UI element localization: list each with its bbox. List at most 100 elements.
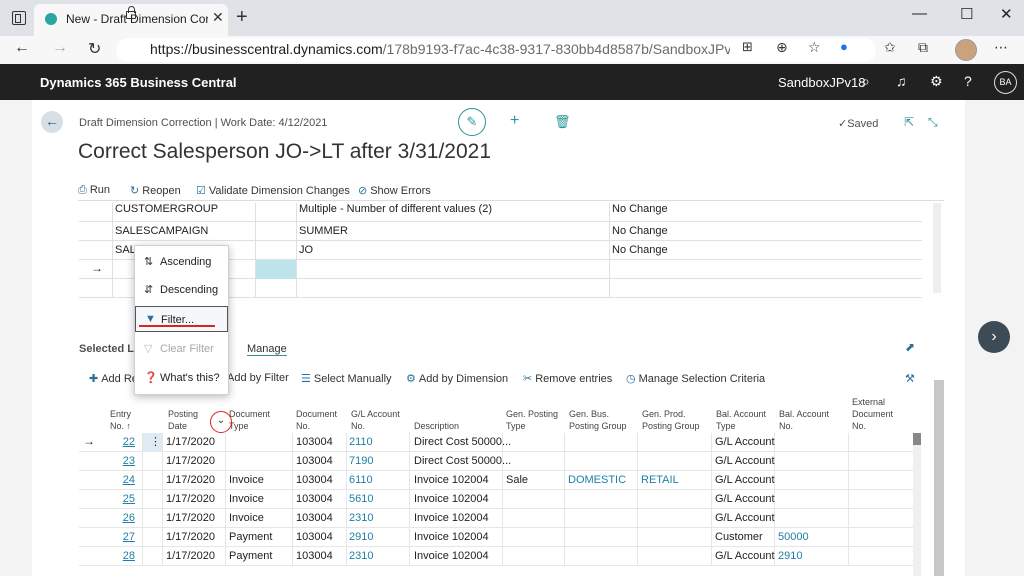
upper-scrollbar[interactable] <box>933 203 941 293</box>
cell-entry[interactable]: 27 <box>111 531 135 543</box>
table-row[interactable]: → ⋮ 22 1/17/2020 103004 2110 Direct Cost 50000… <box>79 433 914 452</box>
maximize-icon[interactable]: ☐ <box>960 5 973 23</box>
column-dropdown-chevron-icon[interactable]: ⌄ <box>210 411 232 433</box>
settings-icon[interactable]: ⚙ <box>930 73 943 90</box>
apps-icon[interactable]: ⊞ <box>742 39 753 55</box>
tab-close-icon[interactable]: ✕ <box>212 9 224 26</box>
cell-gprod[interactable]: RETAIL <box>641 474 679 486</box>
table-row[interactable]: 26 1/17/2020 Invoice 103004 2310 Invoice 1020… <box>79 509 914 528</box>
collapse-icon[interactable]: ⤡ <box>928 115 938 130</box>
table-row[interactable]: 28 1/17/2020 Payment 103004 2310 Invoice 1020… <box>79 547 914 566</box>
open-new-window-icon[interactable]: ⇱ <box>904 115 914 129</box>
run-button[interactable]: ⎙ Run <box>78 184 110 197</box>
table-row[interactable]: 24 1/17/2020 Invoice 103004 6110 Invoice 1020… <box>79 471 914 490</box>
new-icon[interactable]: + <box>510 112 519 130</box>
cell-entry[interactable]: 22 <box>111 436 135 448</box>
manage-selection-button[interactable]: ◷ Manage Selection Criteria <box>626 372 765 385</box>
menu-item-descending[interactable]: ⇵ Descending <box>135 277 230 303</box>
cell-entry[interactable]: 26 <box>111 512 135 524</box>
cell-entry[interactable]: 25 <box>111 493 135 505</box>
search-icon[interactable]: ⌕ <box>862 73 870 90</box>
page-scrollbar[interactable] <box>934 380 944 576</box>
menu-item-filter[interactable]: ▼ Filter... <box>135 306 228 332</box>
personalize-icon[interactable]: ⚒ <box>905 372 918 385</box>
table-row[interactable]: CUSTOMERGROUP Multiple - Number of diffe… <box>79 203 922 222</box>
menu-item-clear-filter[interactable]: ▽ Clear Filter <box>135 336 230 362</box>
reopen-button[interactable]: ↻ Reopen <box>130 184 181 197</box>
zoom-icon[interactable]: ⊕ <box>776 39 788 56</box>
cell-gl[interactable]: 2110 <box>349 436 373 448</box>
col-document-no[interactable]: Document No. <box>296 408 337 432</box>
delete-icon[interactable]: 🗑 <box>554 114 571 130</box>
add-related-button[interactable]: ✚ Add Re <box>89 372 138 385</box>
col-gen-posting-type[interactable]: Gen. Posting Type <box>506 408 558 432</box>
cell-entry[interactable]: 28 <box>111 550 135 562</box>
close-window-icon[interactable]: ✕ <box>1000 5 1013 23</box>
cell-gl[interactable]: 6110 <box>349 474 373 486</box>
more-icon[interactable]: ⋯ <box>994 39 1008 56</box>
table-row[interactable]: SALESCAMPAIGN SUMMER No Change <box>79 222 922 241</box>
cell-gbus[interactable]: DOMESTIC <box>568 474 626 486</box>
forward-icon[interactable]: → <box>52 39 68 57</box>
minimize-icon[interactable]: — <box>912 5 927 22</box>
cell-gl[interactable]: 7190 <box>349 455 373 467</box>
menu-item-ascending[interactable]: ⇅ Ascending <box>135 249 230 275</box>
cell-doc-no: 103004 <box>296 550 333 562</box>
cell-gl[interactable]: 2910 <box>349 531 373 543</box>
profile-avatar[interactable] <box>955 39 977 61</box>
cell-gl[interactable]: 2310 <box>349 512 373 524</box>
refresh-icon[interactable]: ↻ <box>88 39 101 59</box>
manage-link[interactable]: Manage <box>247 343 287 356</box>
cell-gl[interactable]: 2310 <box>349 550 373 562</box>
edit-button[interactable]: ✎ <box>458 108 486 136</box>
select-manually-button[interactable]: ☰ Select Manually <box>301 372 392 385</box>
col-bal-account-no[interactable]: Bal. Account No. <box>779 408 829 432</box>
tab-actions-icon[interactable] <box>12 11 26 25</box>
user-avatar[interactable]: BA <box>994 71 1017 94</box>
remove-entries-button[interactable]: ✂ Remove entries <box>523 372 612 385</box>
col-entry-no[interactable]: Entry No. ↑ <box>109 408 131 432</box>
table-row[interactable]: 25 1/17/2020 Invoice 103004 5610 Invoice 1020… <box>79 490 914 509</box>
cell-gl[interactable]: 5610 <box>349 493 373 505</box>
help-icon[interactable]: ? <box>964 73 972 89</box>
run-label: Run <box>89 184 110 196</box>
table-row[interactable]: 27 1/17/2020 Payment 103004 2910 Invoice 1020… <box>79 528 914 547</box>
notification-icon[interactable]: ♫ <box>896 73 907 89</box>
favorites-bar-icon[interactable]: ✩ <box>884 39 896 56</box>
col-external-document-no[interactable]: External Document No. <box>852 396 893 432</box>
header-line: Bal. Account <box>779 409 830 419</box>
new-tab-icon[interactable]: + <box>236 6 248 29</box>
add-by-dimension-button[interactable]: ⚙ Add by Dimension <box>406 372 508 385</box>
col-gl-account[interactable]: G/L Account No. <box>351 408 400 432</box>
url-domain: https://businesscentral.dynamics.com <box>150 41 383 57</box>
col-posting-date[interactable]: Posting Date <box>168 408 198 432</box>
menu-item-whats-this[interactable]: ❓ What's this? <box>135 365 230 391</box>
validate-button[interactable]: ☑ Validate Dimension Changes <box>196 184 350 197</box>
extension-icon[interactable]: ● <box>840 39 848 54</box>
row-arrow-icon: → <box>91 261 103 275</box>
add-by-filter-button[interactable]: Add by Filter <box>227 372 289 384</box>
col-gen-bus-posting-group[interactable]: Gen. Bus. Posting Group <box>569 408 627 432</box>
cell-entry[interactable]: 23 <box>111 455 135 467</box>
grid-scrollbar-thumb[interactable] <box>913 433 921 445</box>
favorite-icon[interactable]: ☆ <box>808 39 821 56</box>
cell-entry[interactable]: 24 <box>111 474 135 486</box>
breadcrumb: Draft Dimension Correction | Work Date: … <box>79 117 328 129</box>
page-back-button[interactable]: ← <box>41 111 63 133</box>
back-icon[interactable]: ← <box>14 39 30 57</box>
row-actions-button[interactable]: ⋮ <box>143 433 162 452</box>
next-arrow-button[interactable]: › <box>978 321 1010 353</box>
col-document-type[interactable]: Document Type <box>229 408 270 432</box>
col-gen-prod-posting-group[interactable]: Gen. Prod. Posting Group <box>642 408 700 432</box>
col-bal-account-type[interactable]: Bal. Account Type <box>716 408 766 432</box>
tab-title: New - Draft Dimension Correctio <box>66 12 208 26</box>
table-row[interactable]: 23 1/17/2020 103004 7190 Direct Cost 50000..… <box>79 452 914 471</box>
expand-icon[interactable]: ⬈ <box>905 340 915 354</box>
environment-name[interactable]: SandboxJPv18 <box>778 75 865 90</box>
cell-bal-no[interactable]: 50000 <box>778 531 809 543</box>
grid-scrollbar[interactable] <box>913 433 921 576</box>
cell-bal-no[interactable]: 2910 <box>778 550 802 562</box>
collections-icon[interactable]: ⧉ <box>918 39 928 56</box>
show-errors-button[interactable]: ⊘ Show Errors <box>358 184 431 197</box>
col-description[interactable]: Description <box>414 420 459 432</box>
